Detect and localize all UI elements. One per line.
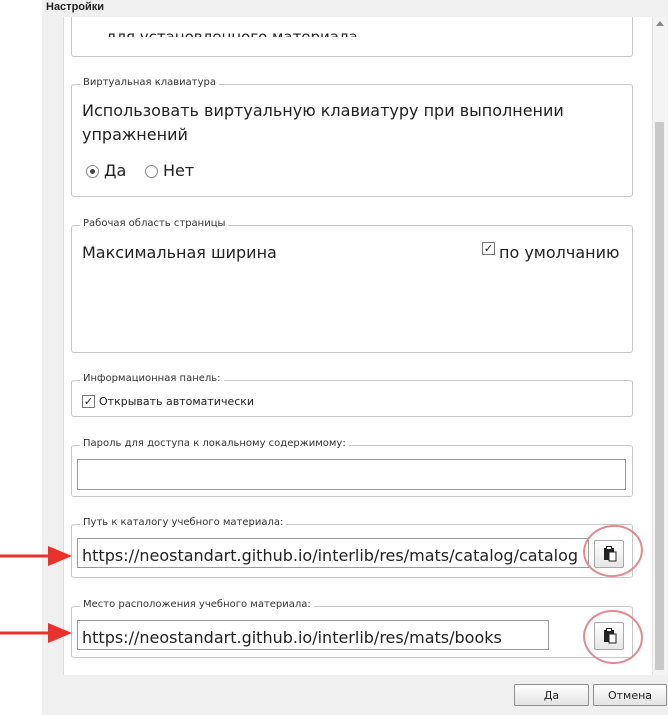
settings-content: для установленного материала Виртуальная… [63, 17, 653, 675]
radio-no-circle[interactable] [145, 165, 158, 178]
auto-open-checkbox[interactable]: ✓ [82, 395, 95, 408]
info-panel-group: Информационная панель: ✓ Открывать автом… [71, 373, 633, 417]
cancel-button[interactable]: Отмена [593, 684, 667, 706]
password-legend: Пароль для доступа к локальному содержим… [80, 438, 349, 449]
radio-no[interactable]: Нет [143, 161, 203, 181]
settings-dialog: Настройки для установленного материала В… [42, 0, 668, 715]
default-label: по умолчанию [499, 243, 620, 262]
default-checkbox[interactable]: ✓ [482, 242, 495, 255]
auto-open-label: Открывать автоматически [99, 395, 255, 408]
catalog-path-group: Путь к каталогу учебного материала: http… [71, 517, 633, 578]
radio-yes[interactable]: Да [84, 161, 144, 181]
ok-button[interactable]: Да [514, 684, 589, 706]
work-area-legend: Рабочая область страницы [80, 218, 229, 229]
work-area-group: Рабочая область страницы Максимальная ши… [71, 218, 633, 353]
virtual-keyboard-question: Использовать виртуальную клавиатуру при … [82, 101, 564, 144]
radio-yes-label: Да [104, 161, 127, 180]
window-title: Настройки [46, 1, 105, 13]
material-location-group: Место расположения учебного материала: h… [71, 599, 633, 658]
annotation-arrow-material-icon [0, 623, 72, 643]
default-checkbox-row[interactable]: ✓ по умолчанию [480, 240, 625, 262]
virtual-keyboard-legend: Виртуальная клавиатура [80, 77, 220, 88]
catalog-path-legend: Путь к каталогу учебного материала: [80, 517, 287, 528]
auto-open-checkbox-row[interactable]: ✓ Открывать автоматически [80, 393, 280, 409]
password-group: Пароль для доступа к локальному содержим… [71, 438, 633, 497]
scrollbar-thumb[interactable] [655, 122, 664, 670]
max-width-label: Максимальная ширина [82, 243, 277, 262]
vertical-scrollbar[interactable] [652, 17, 667, 675]
material-location-legend: Место расположения учебного материала: [80, 599, 314, 610]
virtual-keyboard-group: Виртуальная клавиатура Использовать вирт… [71, 77, 633, 197]
top-group-partial-text: для установленного материала [106, 28, 358, 46]
top-group: для установленного материала [71, 17, 633, 57]
radio-yes-circle[interactable] [86, 165, 99, 178]
material-location-input[interactable]: https://neostandart.github.io/interlib/r… [77, 620, 549, 650]
scroll-up-arrow-icon[interactable] [656, 21, 664, 26]
info-panel-legend: Информационная панель: [80, 373, 224, 384]
radio-no-label: Нет [163, 161, 195, 180]
title-bar: Настройки [42, 0, 668, 17]
annotation-arrow-catalog-icon [0, 546, 72, 566]
password-input[interactable] [77, 459, 626, 490]
catalog-path-input[interactable]: https://neostandart.github.io/interlib/r… [77, 538, 589, 568]
